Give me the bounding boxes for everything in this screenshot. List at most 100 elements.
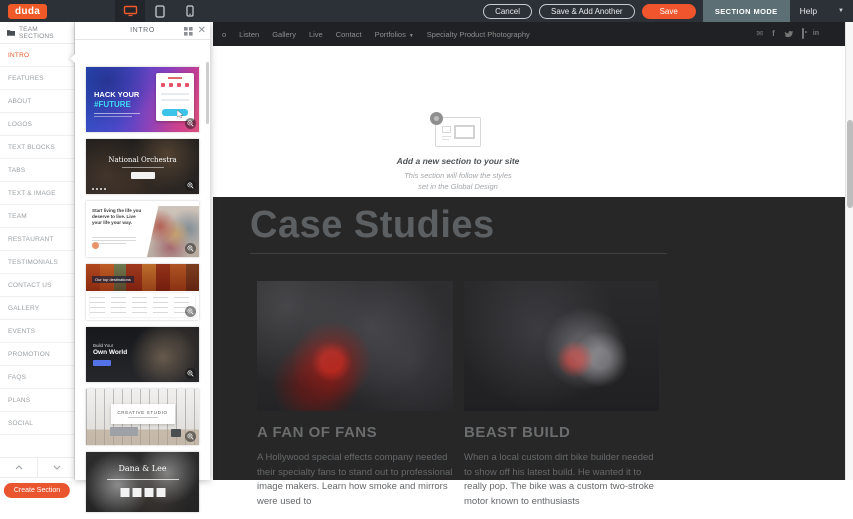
youtube-icon[interactable]	[802, 30, 804, 38]
sidebar-item-gallery[interactable]: GALLERY	[0, 297, 74, 320]
thumb-title-line1: Build Your	[93, 343, 113, 348]
add-section-dropzone[interactable]: Add a new section to your site This sect…	[213, 46, 845, 197]
desktop-icon	[123, 5, 138, 17]
thumb-cta-graphic	[92, 242, 99, 249]
section-thumb-hack-your-future[interactable]: HACK YOUR #FUTURE	[86, 67, 199, 132]
save-add-another-button[interactable]: Save & Add Another	[539, 4, 635, 19]
thumb-heading: Start living the life you deserve to liv…	[92, 208, 146, 227]
help-menu[interactable]: Help	[800, 6, 817, 16]
section-thumb-national-orchestra[interactable]: National Orchestra	[86, 139, 199, 194]
device-switcher	[115, 0, 205, 22]
nav-item-clipped[interactable]: o	[222, 30, 226, 39]
sidebar-item-about[interactable]: ABOUT	[0, 90, 74, 113]
zoom-preview-icon[interactable]	[185, 118, 196, 129]
site-preview: o Listen Gallery Live Contact Portfolios…	[213, 22, 845, 480]
case-studies-section: Case Studies A FAN OF FANS A Hollywood s…	[213, 197, 845, 480]
zoom-preview-icon[interactable]	[185, 306, 196, 317]
case-study-image-bike	[464, 281, 659, 411]
grid-view-icon[interactable]	[184, 27, 193, 36]
tablet-view-button[interactable]	[145, 0, 175, 22]
sidebar-item-contact-us[interactable]: CONTACT US	[0, 274, 74, 297]
case-study-card-beast: BEAST BUILD When a local custom dirt bik…	[464, 281, 659, 510]
nav-item-portfolios[interactable]: Portfolios▼	[375, 30, 414, 39]
sidebar-item-text-blocks[interactable]: TEXT BLOCKS	[0, 136, 74, 159]
thumb-button-graphic	[93, 360, 111, 366]
case-study-image-fans	[257, 281, 453, 411]
sidebar-item-team[interactable]: TEAM	[0, 205, 74, 228]
sidebar-item-events[interactable]: EVENTS	[0, 320, 74, 343]
editor-topbar: duda Cancel Save & Add Another Save SECT…	[0, 0, 853, 22]
sidebar-header-label: TEAM SECTIONS	[19, 26, 74, 40]
sidebar-item-social[interactable]: SOCIAL	[0, 412, 74, 435]
intro-sections-panel: INTRO ✕ HACK YOUR #FUTURE	[75, 22, 210, 480]
page-scrollbar[interactable]	[845, 22, 853, 480]
sidebar-item-faqs[interactable]: FAQS	[0, 366, 74, 389]
section-thumb-top-destinations[interactable]: Our top destinations	[86, 264, 199, 320]
cursor-icon	[177, 110, 183, 118]
facebook-icon[interactable]: f	[772, 30, 775, 38]
nav-item-live[interactable]: Live	[309, 30, 323, 39]
sidebar-item-restaurant[interactable]: RESTAURANT	[0, 228, 74, 251]
nav-item-listen[interactable]: Listen	[239, 30, 259, 39]
countdown-boxes-graphic	[120, 488, 165, 497]
email-icon[interactable]: ✉	[756, 30, 763, 38]
sidebar-item-text-image[interactable]: TEXT & IMAGE	[0, 182, 74, 205]
twitter-icon[interactable]	[784, 30, 793, 38]
section-thumb-dana-and-lee[interactable]: Dana & Lee	[86, 452, 199, 512]
thumb-chair-graphic	[171, 429, 181, 437]
section-thumb-live-your-way[interactable]: Start living the life you deserve to liv…	[86, 201, 199, 257]
case-study-card-fans: A FAN OF FANS A Hollywood special effect…	[257, 281, 453, 510]
topbar-actions: Cancel Save & Add Another Save SECTION M…	[483, 0, 853, 22]
sidebar-item-testimonials[interactable]: TESTIMONIALS	[0, 251, 74, 274]
sidebar-item-plans[interactable]: PLANS	[0, 389, 74, 412]
zoom-preview-icon[interactable]	[185, 180, 196, 191]
section-thumbnail-list: HACK YOUR #FUTURE National Orchestra	[86, 67, 199, 519]
sidebar-item-logos[interactable]: LOGOS	[0, 113, 74, 136]
site-nav-items: o Listen Gallery Live Contact Portfolios…	[222, 22, 530, 46]
section-thumb-build-your-own-world[interactable]: Build Your Own World	[86, 327, 199, 382]
thumb-title: Dana & Lee	[86, 464, 199, 473]
thumb-table-graphic	[90, 293, 195, 317]
thumb-button-graphic	[131, 172, 155, 179]
thumb-sofa-graphic	[110, 427, 138, 436]
sidebar-item-tabs[interactable]: TABS	[0, 159, 74, 182]
sidebar-item-features[interactable]: FEATURES	[0, 67, 74, 90]
case-studies-heading: Case Studies	[250, 204, 495, 247]
thumb-subtitle: #FUTURE	[94, 100, 131, 109]
site-navbar: o Listen Gallery Live Contact Portfolios…	[213, 22, 845, 46]
duda-logo: duda	[8, 4, 47, 19]
social-icons: ✉ f in	[756, 22, 819, 46]
zoom-preview-icon[interactable]	[185, 368, 196, 379]
cancel-button[interactable]: Cancel	[483, 4, 532, 19]
carousel-dots	[92, 188, 106, 190]
create-section-button[interactable]: Create Section	[4, 483, 70, 498]
add-section-subtitle: This section will follow the styles set …	[376, 170, 540, 193]
sidebar-item-promotion[interactable]: PROMOTION	[0, 343, 74, 366]
save-button[interactable]: Save	[642, 4, 696, 19]
chevron-down-icon: ▼	[409, 33, 414, 39]
mobile-view-button[interactable]	[175, 0, 205, 22]
sidebar-header: TEAM SECTIONS	[0, 22, 74, 44]
scroll-down-button[interactable]	[38, 458, 75, 477]
thumb-overlay-card: CREATIVE STUDIO	[111, 404, 175, 424]
sidebar-item-intro[interactable]: INTRO	[0, 44, 74, 67]
zoom-preview-icon[interactable]	[185, 431, 196, 442]
thumb-title: CREATIVE STUDIO	[111, 410, 175, 415]
desktop-view-button[interactable]	[115, 0, 145, 22]
nav-item-contact[interactable]: Contact	[336, 30, 362, 39]
chevron-down-icon[interactable]: ▼	[838, 8, 844, 14]
add-section-title: Add a new section to your site	[376, 156, 540, 166]
panel-scrollbar[interactable]	[206, 62, 209, 124]
case-study-title: A FAN OF FANS	[257, 424, 453, 441]
nav-item-gallery[interactable]: Gallery	[272, 30, 296, 39]
panel-header: INTRO ✕	[75, 22, 210, 40]
nav-item-specialty[interactable]: Specialty Product Photography	[427, 30, 530, 39]
zoom-preview-icon[interactable]	[185, 243, 196, 254]
scrollbar-thumb[interactable]	[847, 120, 853, 208]
heading-divider	[250, 253, 667, 254]
linkedin-icon[interactable]: in	[813, 30, 819, 38]
section-mode-badge: SECTION MODE	[703, 0, 790, 22]
section-thumb-creative-studio[interactable]: CREATIVE STUDIO	[86, 389, 199, 445]
scroll-up-button[interactable]	[0, 458, 38, 477]
close-icon[interactable]: ✕	[198, 24, 206, 37]
